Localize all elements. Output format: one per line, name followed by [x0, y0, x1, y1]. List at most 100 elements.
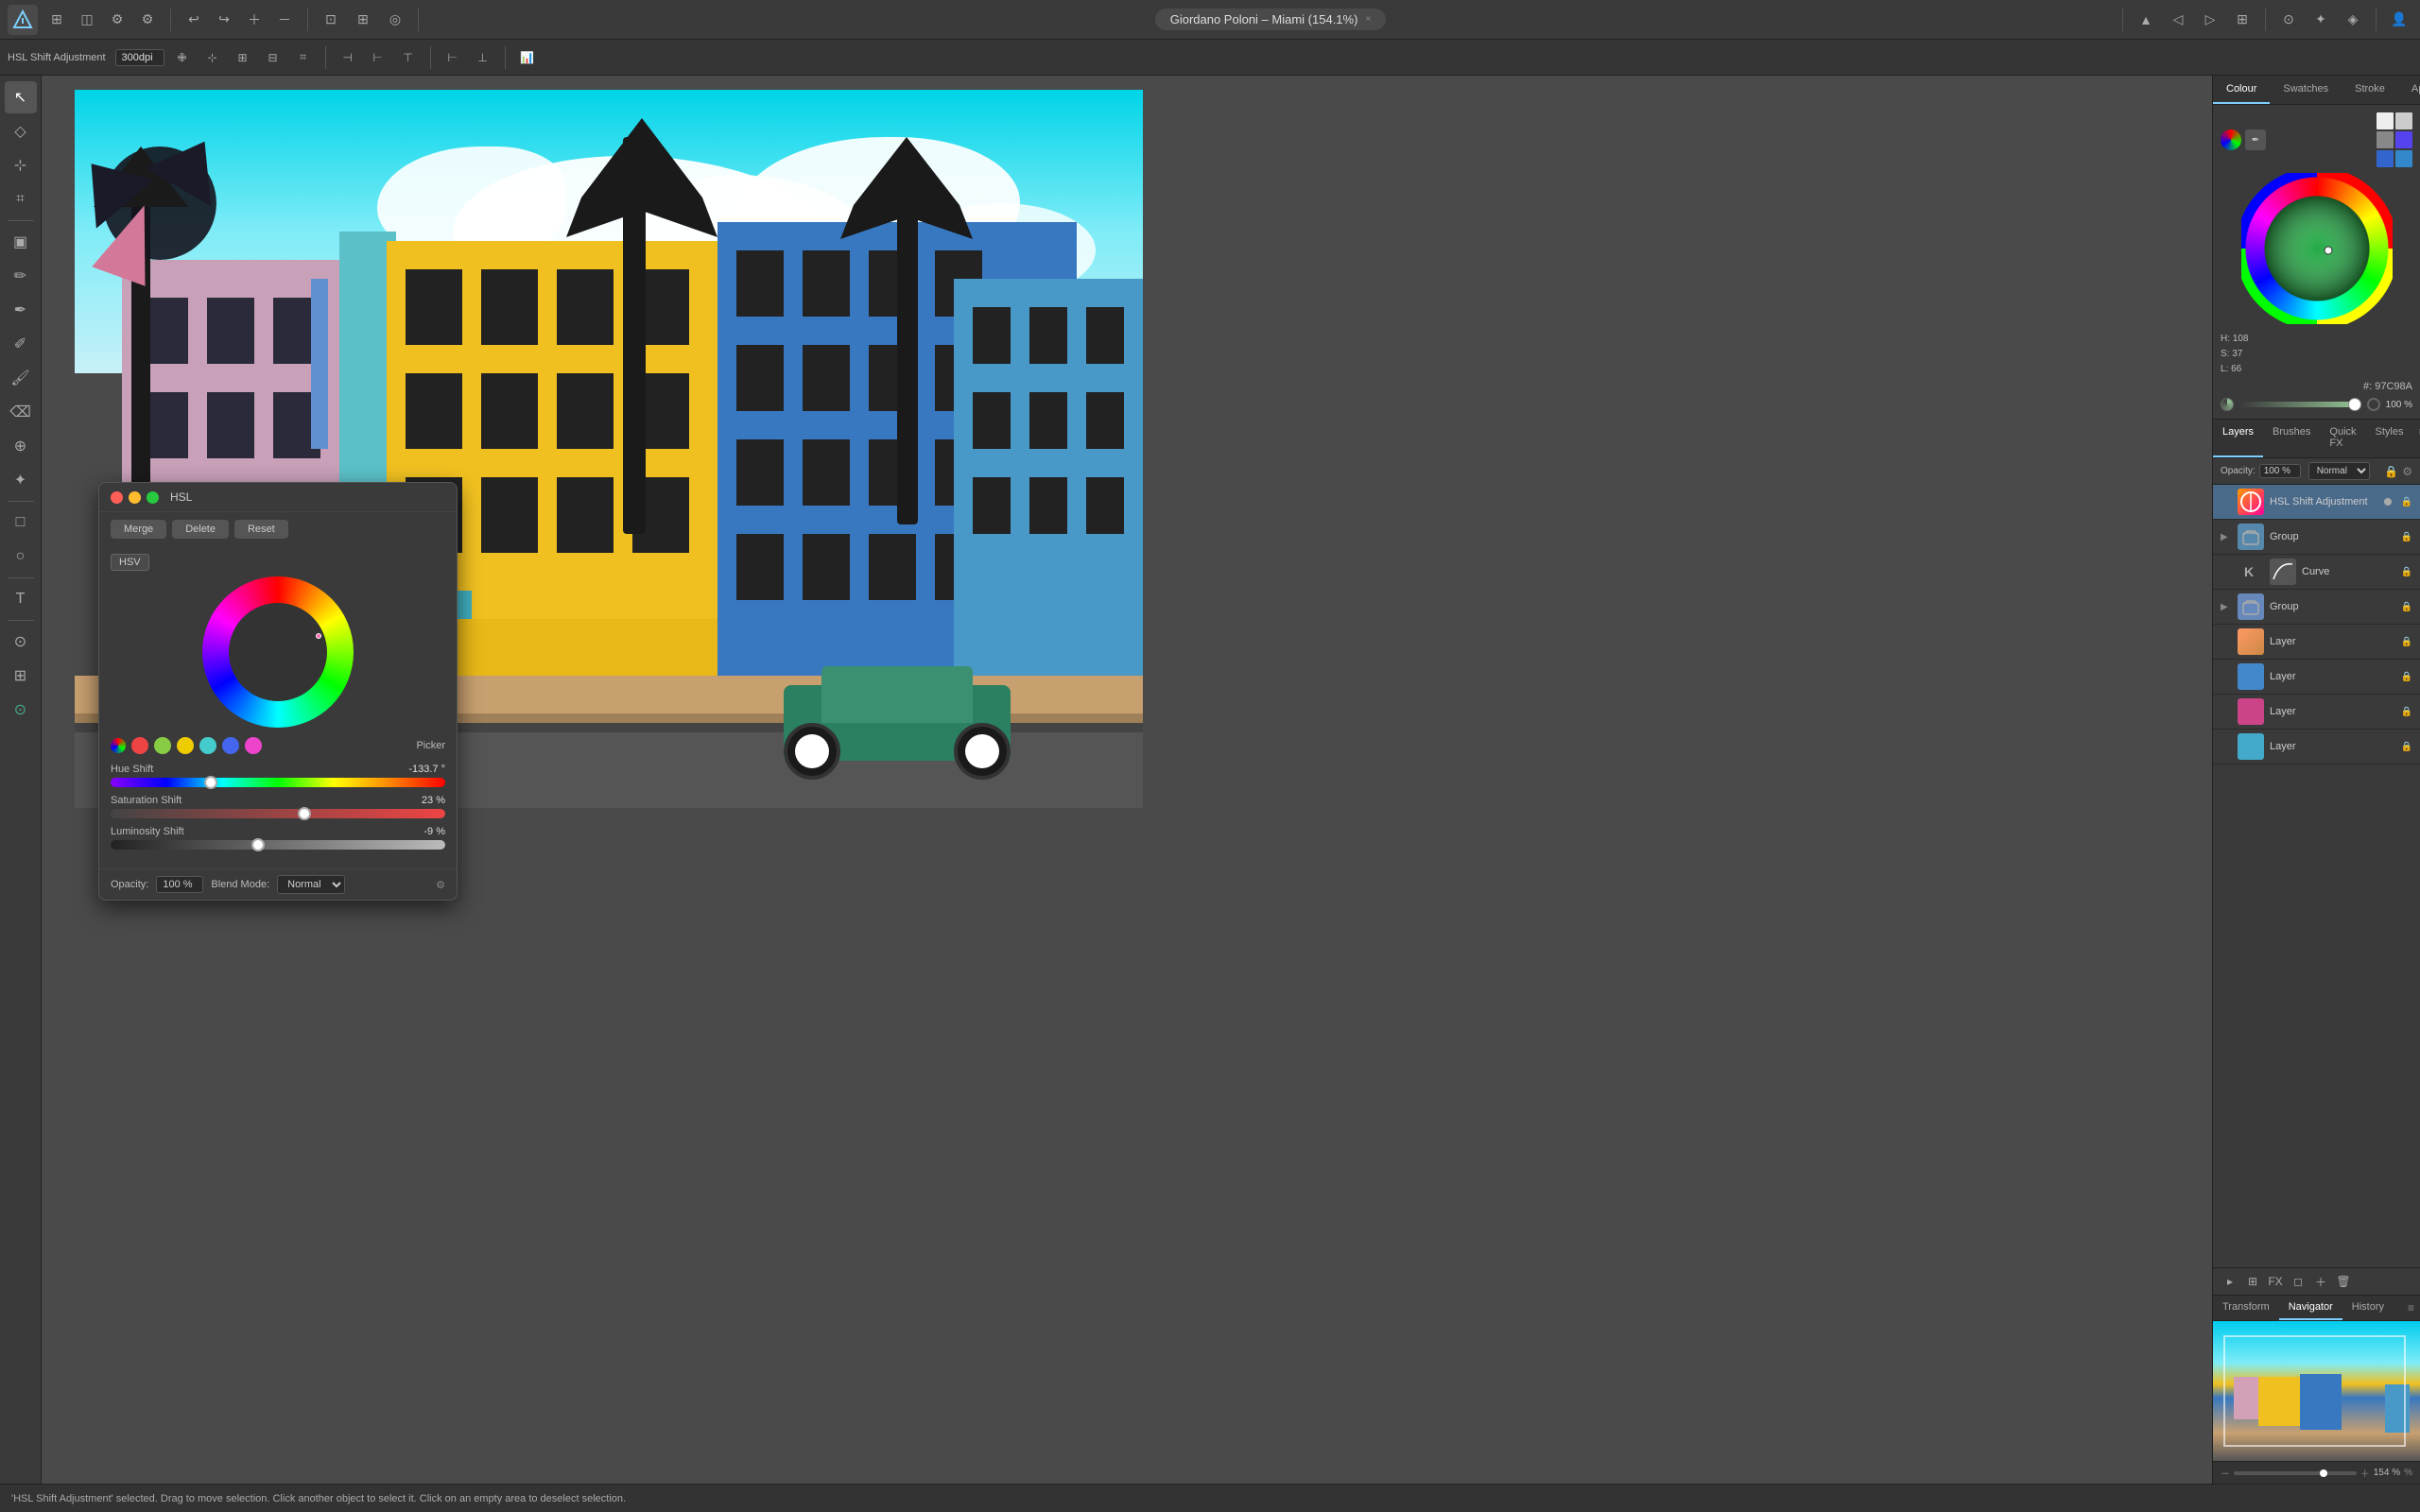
tab-history[interactable]: History	[2342, 1296, 2394, 1320]
view-icon[interactable]: ◫	[74, 7, 100, 33]
swatch-red[interactable]	[131, 737, 148, 754]
tab-styles[interactable]: Styles	[2366, 420, 2413, 457]
tab-navigator[interactable]: Navigator	[2279, 1296, 2342, 1320]
text-tool[interactable]: T	[5, 583, 37, 615]
layer-lock-l4[interactable]: 🔒	[2401, 742, 2412, 752]
close-button[interactable]	[111, 491, 123, 504]
color-wheel-icon[interactable]	[2221, 129, 2241, 150]
delete-button[interactable]: Delete	[172, 520, 229, 539]
layer-item-4[interactable]: Layer 🔒	[2213, 730, 2420, 765]
share-icon[interactable]: ◁	[2165, 7, 2191, 33]
swatch-ltblue[interactable]	[2395, 150, 2412, 167]
layer-fx-icon[interactable]: FX	[2266, 1272, 2285, 1291]
persona1-icon[interactable]: ⊙	[2275, 7, 2302, 33]
tab-layers[interactable]: Layers	[2213, 420, 2263, 457]
close-tab-icon[interactable]: ×	[1365, 14, 1371, 25]
grid-icon[interactable]: ⊞	[43, 7, 70, 33]
layer-lock-l2[interactable]: 🔒	[2401, 672, 2412, 682]
layer-lock-l1[interactable]: 🔒	[2401, 637, 2412, 647]
align-left-icon[interactable]: ⊣	[336, 45, 360, 70]
layer-item-3[interactable]: Layer 🔒	[2213, 695, 2420, 730]
layer-mask-icon[interactable]: ◻	[2289, 1272, 2308, 1291]
layer-lock-group2[interactable]: 🔒	[2401, 602, 2412, 612]
opacity-lock-icon[interactable]	[2367, 398, 2380, 411]
reset-button[interactable]: Reset	[234, 520, 288, 539]
layers-menu-icon[interactable]: ≡	[2412, 420, 2420, 457]
layer-lock-icon[interactable]: 🔒	[2384, 465, 2398, 478]
node-tool[interactable]: ◇	[5, 115, 37, 147]
alt-grid-icon[interactable]: ⊟	[261, 45, 285, 70]
expand-arrow-group2[interactable]: ▶	[2221, 602, 2232, 612]
swatch-teal[interactable]	[199, 737, 216, 754]
expand-arrow-group1[interactable]: ▶	[2221, 532, 2232, 542]
settings-icon[interactable]: ⚙	[104, 7, 130, 33]
swatch-green[interactable]	[154, 737, 171, 754]
canvas-area[interactable]: HSL Merge Delete Reset HSV	[42, 76, 2212, 1484]
layer-item-1[interactable]: Layer 🔒	[2213, 625, 2420, 660]
dist-horiz-icon[interactable]: ⊢	[441, 45, 465, 70]
swatch-pink[interactable]	[245, 737, 262, 754]
color-picker-icon[interactable]: ✒	[2245, 129, 2266, 150]
picker-label[interactable]: Picker	[416, 740, 445, 751]
erase-tool[interactable]: ⌫	[5, 396, 37, 428]
ellipse-tool[interactable]: ○	[5, 541, 37, 573]
snap-icon[interactable]: ⌗	[291, 45, 316, 70]
layers-opacity-input[interactable]	[2259, 464, 2301, 478]
persona2-icon[interactable]: ✦	[2308, 7, 2334, 33]
pen-tool[interactable]: ✒	[5, 294, 37, 326]
layer-lock-curve[interactable]: 🔒	[2401, 567, 2412, 577]
layer-item-curve[interactable]: K Curve 🔒	[2213, 555, 2420, 590]
export-icon[interactable]: ▲	[2133, 7, 2159, 33]
gradient-tool[interactable]: ⊞	[5, 660, 37, 692]
tab-swatches[interactable]: Swatches	[2270, 76, 2342, 104]
tab-brushes[interactable]: Brushes	[2263, 420, 2320, 457]
swatch-mgray[interactable]	[2377, 131, 2394, 148]
mode-badge[interactable]: HSV	[111, 554, 149, 571]
transform-tool[interactable]: ⊹	[5, 149, 37, 181]
rect-tool[interactable]: □	[5, 507, 37, 539]
layer-expand-icon[interactable]: ▸	[2221, 1272, 2239, 1291]
zoom-slider-track[interactable]	[2234, 1471, 2357, 1475]
tab-colour[interactable]: Colour	[2213, 76, 2270, 104]
undo-icon[interactable]: ↩	[181, 7, 207, 33]
swatch-blue[interactable]	[222, 737, 239, 754]
merge-button[interactable]: Merge	[111, 520, 166, 539]
user-icon[interactable]: 👤	[2386, 7, 2412, 33]
chart-icon[interactable]: 📊	[515, 45, 540, 70]
tab-stroke[interactable]: Stroke	[2342, 76, 2398, 104]
nav-menu-icon[interactable]: ≡	[2402, 1296, 2420, 1320]
hsl-color-wheel[interactable]	[202, 576, 354, 728]
layer-settings-icon[interactable]: ⚙	[2402, 465, 2412, 478]
select-tool[interactable]: ↖	[5, 81, 37, 113]
color-wheel-tool[interactable]: ⊙	[5, 694, 37, 726]
nav-viewport-rect[interactable]	[2223, 1335, 2406, 1447]
align-right-icon[interactable]: ⊤	[396, 45, 421, 70]
layer-item-group1[interactable]: ▶ Group 🔒	[2213, 520, 2420, 555]
swatch-yellow[interactable]	[177, 737, 194, 754]
layer-item-hsl[interactable]: HSL Shift Adjustment 🔒	[2213, 485, 2420, 520]
layer-item-2[interactable]: Layer 🔒	[2213, 660, 2420, 695]
blend-mode-select[interactable]: Normal Multiply Screen	[277, 875, 345, 894]
blend-settings-icon[interactable]: ⚙	[436, 879, 445, 891]
crop-tool[interactable]: ⌗	[5, 183, 37, 215]
arrange-icon[interactable]: ⊞	[350, 7, 376, 33]
fill-tool[interactable]: ▣	[5, 226, 37, 258]
persona3-icon[interactable]: ◈	[2340, 7, 2366, 33]
maximize-button[interactable]	[147, 491, 159, 504]
zoom-fit-icon[interactable]: ⊡	[318, 7, 344, 33]
hue-slider-thumb[interactable]	[204, 776, 217, 789]
opacity-slider[interactable]	[2239, 402, 2361, 407]
view2-icon[interactable]: ▷	[2197, 7, 2223, 33]
layout-icon[interactable]: ⊞	[2229, 7, 2256, 33]
clone-tool[interactable]: ⊕	[5, 430, 37, 462]
navigator-thumbnail-area[interactable]	[2213, 1321, 2420, 1461]
swatch-purple[interactable]	[2395, 131, 2412, 148]
redo-icon[interactable]: ↪	[211, 7, 237, 33]
align-center-icon[interactable]: ⊢	[366, 45, 390, 70]
preferences-icon[interactable]: ⚙	[134, 7, 161, 33]
plus-icon[interactable]: ＋	[241, 7, 268, 33]
main-color-wheel[interactable]	[2241, 173, 2393, 324]
move-tool-icon[interactable]: ✙	[170, 45, 195, 70]
layer-lock-group1[interactable]: 🔒	[2401, 532, 2412, 542]
zoom-plus-icon[interactable]: ＋	[2360, 1466, 2370, 1480]
